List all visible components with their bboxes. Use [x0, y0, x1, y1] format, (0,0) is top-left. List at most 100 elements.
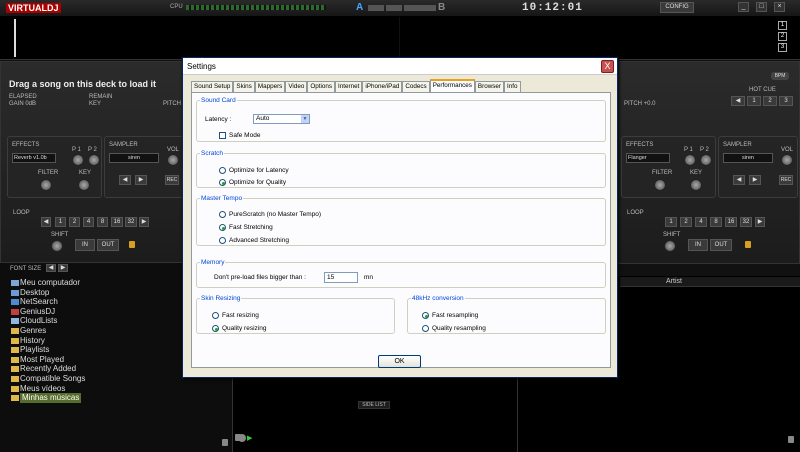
rec-button[interactable]: REC	[779, 175, 793, 185]
lock-icon[interactable]	[129, 241, 135, 248]
hotcue-2-button[interactable]: 2	[763, 96, 777, 106]
radio-icon[interactable]	[422, 325, 429, 332]
hotcue-3-button[interactable]: 3	[779, 96, 793, 106]
loop-size-32[interactable]: 32	[125, 217, 137, 227]
loop-size-2[interactable]: 2	[69, 217, 80, 227]
loop-size-4[interactable]: 4	[83, 217, 94, 227]
loop-in-button[interactable]: IN	[75, 239, 95, 251]
loop-prev-button[interactable]: ◀	[41, 217, 51, 227]
radio-icon[interactable]	[212, 312, 219, 319]
effect-p2-knob[interactable]	[88, 154, 100, 166]
tab-codecs[interactable]: Codecs	[402, 81, 430, 92]
safe-mode-checkbox[interactable]: Safe Mode	[219, 132, 260, 140]
purescratch-radio[interactable]: PureScratch (no Master Tempo)	[219, 211, 321, 219]
tab-skins[interactable]: Skins	[233, 81, 255, 92]
dialog-close-button[interactable]: X	[601, 60, 614, 73]
loop-size-1[interactable]: 1	[55, 217, 66, 227]
loop-in-button[interactable]: IN	[688, 239, 708, 251]
radio-icon[interactable]	[219, 211, 226, 218]
fast-resampling-radio[interactable]: Fast resampling	[422, 312, 478, 320]
loop-next-button[interactable]: ▶	[755, 217, 765, 227]
sampler-select[interactable]: siren	[723, 153, 773, 163]
checkbox-icon[interactable]	[219, 132, 226, 139]
loop-size-2[interactable]: 2	[680, 217, 692, 227]
advanced-stretching-radio[interactable]: Advanced Stretching	[219, 237, 289, 245]
chevron-down-icon[interactable]: ▼	[301, 115, 309, 123]
tab-iphone-ipad[interactable]: iPhone/iPad	[362, 81, 403, 92]
waveform-right[interactable]: 1 2 3	[400, 17, 800, 60]
radio-selected-icon[interactable]	[422, 312, 429, 319]
lock-icon[interactable]	[788, 436, 794, 443]
scratch-quality-radio[interactable]: Optimize for Quality	[219, 179, 286, 187]
filter-knob[interactable]	[654, 179, 666, 191]
sampler-select[interactable]: siren	[109, 153, 159, 163]
hotcue-prev-button[interactable]: ◀	[731, 96, 745, 106]
loop-size-8[interactable]: 8	[710, 217, 722, 227]
sampler-play-button[interactable]: ▶	[135, 175, 147, 185]
radio-selected-icon[interactable]	[212, 325, 219, 332]
crossfader-b-label[interactable]: B	[438, 2, 445, 13]
loop-size-4[interactable]: 4	[695, 217, 707, 227]
tab-sound-setup[interactable]: Sound Setup	[191, 81, 234, 92]
play-icon[interactable]: ▶	[247, 434, 252, 442]
tab-performances[interactable]: Performances	[429, 79, 475, 92]
font-larger-button[interactable]: ▶	[58, 264, 68, 272]
globe-icon[interactable]	[238, 434, 246, 442]
waveform-left[interactable]	[0, 17, 399, 60]
crossfader-a-label[interactable]: A	[356, 2, 363, 13]
filter-knob[interactable]	[40, 179, 52, 191]
loop-size-16[interactable]: 16	[111, 217, 123, 227]
loop-size-16[interactable]: 16	[725, 217, 737, 227]
lock-icon[interactable]	[222, 439, 228, 446]
loop-next-button[interactable]: ▶	[139, 217, 149, 227]
radio-icon[interactable]	[219, 237, 226, 244]
latency-select[interactable]: Auto ▼	[253, 114, 310, 124]
close-button[interactable]: ×	[774, 2, 785, 12]
loop-size-1[interactable]: 1	[665, 217, 677, 227]
key-knob[interactable]	[690, 179, 702, 191]
tab-internet[interactable]: Internet	[335, 81, 363, 92]
deck-3-button[interactable]: 3	[778, 43, 787, 52]
tab-video[interactable]: Video	[285, 81, 308, 92]
key-knob[interactable]	[78, 179, 90, 191]
minimize-button[interactable]: _	[738, 2, 749, 12]
shift-knob[interactable]	[664, 240, 676, 252]
rec-button[interactable]: REC	[165, 175, 179, 185]
sampler-vol-knob[interactable]	[781, 154, 793, 166]
tab-browser[interactable]: Browser	[474, 81, 505, 92]
ok-button[interactable]: OK	[378, 355, 421, 368]
column-header-artist[interactable]: Artist	[620, 277, 800, 287]
scratch-latency-radio[interactable]: Optimize for Latency	[219, 167, 289, 175]
effect-p1-knob[interactable]	[684, 154, 696, 166]
radio-selected-icon[interactable]	[219, 224, 226, 231]
loop-out-button[interactable]: OUT	[97, 239, 119, 251]
config-button[interactable]: CONFIG	[660, 2, 694, 13]
tab-mappers[interactable]: Mappers	[254, 81, 286, 92]
side-list-button[interactable]: SIDE LIST	[358, 401, 390, 409]
folder-tree-item[interactable]: Meus vídeos	[8, 384, 228, 394]
sampler-vol-knob[interactable]	[167, 154, 179, 166]
effect-select[interactable]: Flanger	[626, 153, 670, 163]
deck-2-button[interactable]: 2	[778, 32, 787, 41]
loop-size-32[interactable]: 32	[740, 217, 752, 227]
sampler-play-button[interactable]: ▶	[749, 175, 761, 185]
sampler-prev-button[interactable]: ◀	[733, 175, 745, 185]
radio-selected-icon[interactable]	[219, 179, 226, 186]
font-smaller-button[interactable]: ◀	[46, 264, 56, 272]
loop-out-button[interactable]: OUT	[710, 239, 732, 251]
effect-select[interactable]: Reverb v1.0b	[12, 153, 56, 163]
tab-info[interactable]: Info	[504, 81, 521, 92]
fast-resizing-radio[interactable]: Fast resizing	[212, 312, 259, 320]
deck-1-button[interactable]: 1	[778, 21, 787, 30]
loop-size-8[interactable]: 8	[97, 217, 108, 227]
hotcue-1-button[interactable]: 1	[747, 96, 761, 106]
memory-input[interactable]: 15	[324, 272, 358, 283]
quality-resampling-radio[interactable]: Quality resampling	[422, 325, 486, 333]
quality-resizing-radio[interactable]: Quality resizing	[212, 325, 266, 333]
radio-icon[interactable]	[219, 167, 226, 174]
fast-stretching-radio[interactable]: Fast Stretching	[219, 224, 273, 232]
effect-p2-knob[interactable]	[700, 154, 712, 166]
sampler-prev-button[interactable]: ◀	[119, 175, 131, 185]
lock-icon[interactable]	[745, 241, 751, 248]
tab-options[interactable]: Options	[307, 81, 336, 92]
